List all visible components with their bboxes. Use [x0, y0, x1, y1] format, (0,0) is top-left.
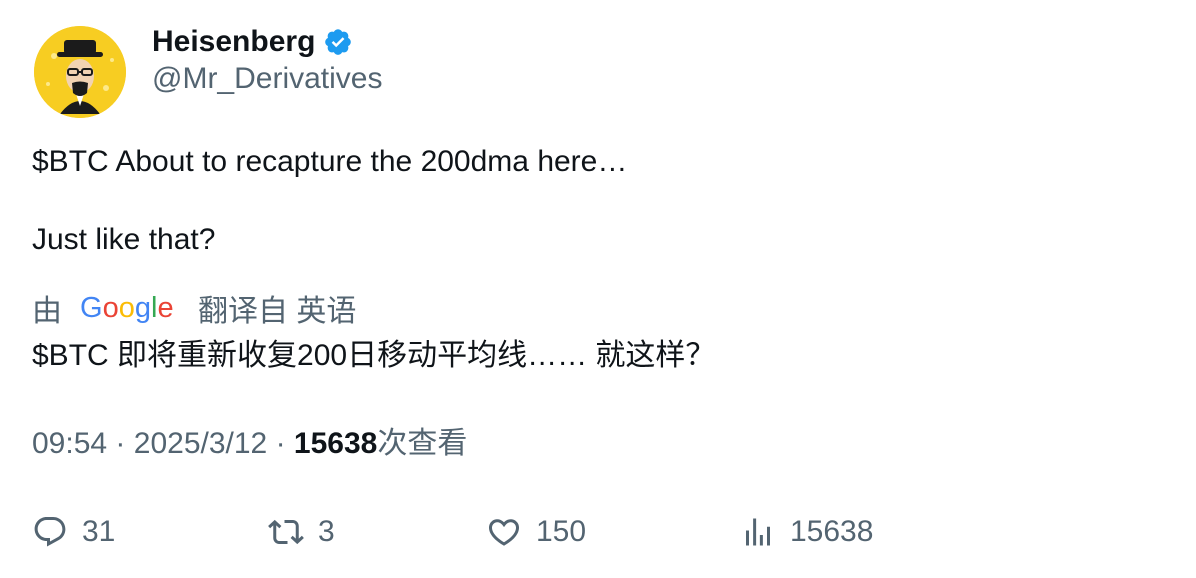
avatar[interactable]	[34, 26, 126, 118]
tweet-text-line: $BTC About to recapture the 200dma here…	[32, 145, 628, 178]
display-name[interactable]: Heisenberg	[152, 25, 315, 59]
tweet-text: $BTC About to recapture the 200dma here……	[32, 142, 627, 260]
verified-badge-icon[interactable]	[323, 27, 353, 57]
retweet-count: 3	[318, 515, 335, 548]
heisenberg-avatar-icon	[34, 26, 126, 118]
reply-count: 31	[82, 515, 116, 548]
reply-icon	[34, 517, 66, 547]
reply-button[interactable]: 31	[32, 510, 115, 554]
translated-from-label: 翻译自 英语	[198, 295, 357, 328]
meta-separator: ·	[115, 427, 126, 460]
tweet-time[interactable]: 09:54	[32, 427, 107, 460]
retweet-icon	[268, 519, 304, 545]
translated-by-label: 由	[32, 295, 62, 328]
svg-text:Google: Google	[80, 292, 174, 324]
views-label: 次查看	[377, 427, 468, 460]
views-button[interactable]: 15638	[740, 510, 873, 554]
google-logo-icon: Google	[80, 292, 174, 324]
meta-separator: ·	[275, 427, 286, 460]
like-count: 150	[536, 515, 587, 548]
heart-icon	[488, 519, 520, 546]
views-count: 15638	[293, 427, 378, 460]
tweet-date[interactable]: 2025/3/12	[134, 427, 267, 460]
tweet-meta: 09:54 · 2025/3/12 · 15638次查看	[32, 424, 467, 464]
translation-attribution: 由 Google 翻译自 英语	[32, 286, 356, 330]
user-handle[interactable]: @Mr_Derivatives	[152, 62, 383, 96]
tweet-text-line: Just like that?	[32, 223, 216, 256]
retweet-button[interactable]: 3	[268, 510, 335, 554]
views-action-count: 15638	[790, 515, 874, 548]
analytics-icon	[746, 518, 770, 546]
like-button[interactable]: 150	[486, 510, 586, 554]
translated-text: $BTC 即将重新收复200日移动平均线…… 就这样？	[32, 339, 716, 372]
